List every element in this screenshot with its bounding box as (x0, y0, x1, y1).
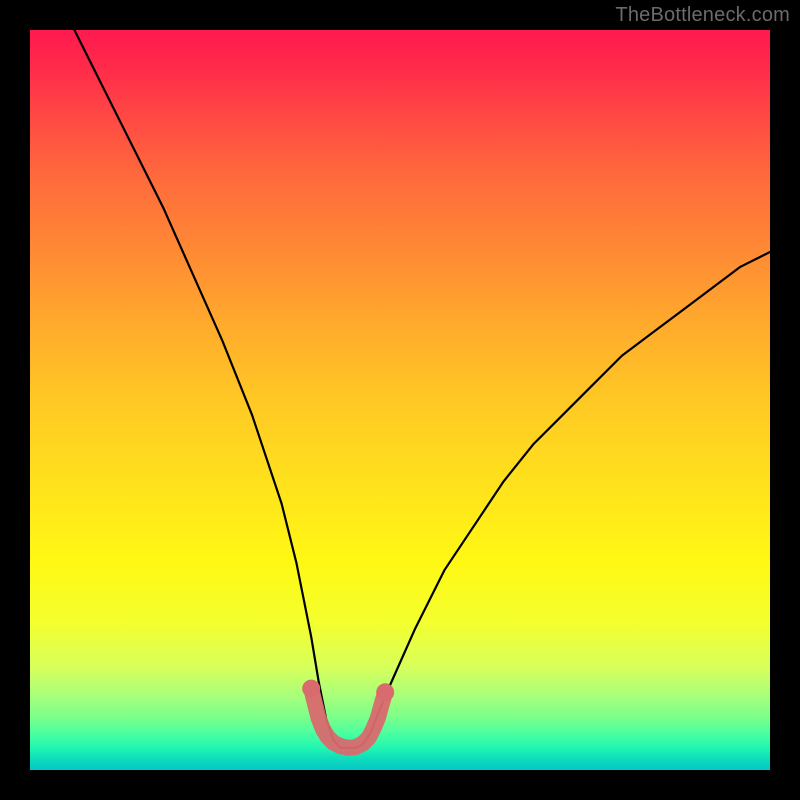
trough-endpoint-dot (302, 680, 320, 698)
watermark-text: TheBottleneck.com (615, 4, 790, 27)
bottleneck-curve (74, 30, 770, 748)
trough-endpoint-dot (376, 683, 394, 701)
curve-layer (30, 30, 770, 770)
plot-area (30, 30, 770, 770)
chart-frame: TheBottleneck.com (0, 0, 800, 800)
